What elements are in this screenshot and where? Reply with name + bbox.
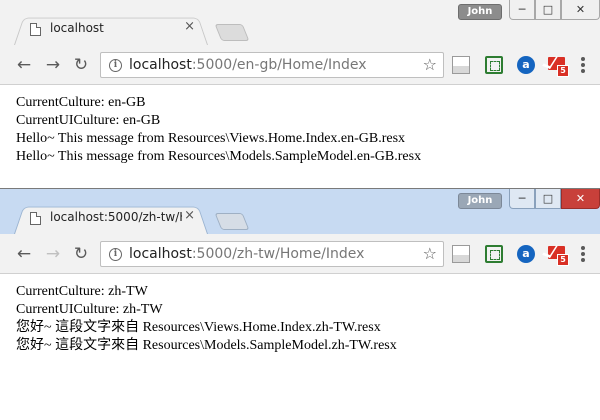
title-bar: localhost × John ─ □ ✕ [0,0,600,45]
browser-toolbar: ← → ↻ i localhost:5000/zh-tw/Home/Index … [0,234,600,274]
url-text[interactable]: localhost:5000/zh-tw/Home/Index [129,246,364,262]
models-resource-message: 您好~ 這段文字來自 Resources\Models.SampleModel.… [16,338,397,353]
user-profile-badge[interactable]: John [458,4,502,20]
page-content: CurrentCulture: zh-TW CurrentUICulture: … [0,275,600,355]
address-bar[interactable]: i localhost:5000/en-gb/Home/Index ☆ [100,52,444,78]
url-text[interactable]: localhost:5000/en-gb/Home/Index [129,57,367,73]
current-culture-line: CurrentCulture: zh-TW [16,284,148,299]
maximize-button[interactable]: □ [535,189,561,209]
tab-close-icon[interactable]: × [184,208,195,223]
forward-button[interactable]: → [43,244,63,264]
back-button[interactable]: ← [14,55,34,75]
page-favicon-icon [30,23,41,36]
models-resource-message: Hello~ This message from Resources\Model… [16,149,422,164]
screenshot-extension-icon[interactable] [485,56,503,74]
page-favicon-icon [30,212,41,225]
new-tab-button[interactable] [214,24,250,41]
mail-count-badge: 5 [557,254,569,266]
browser-window-zh-tw: localhost:5000/zh-tw/H × John ─ □ ✕ ← → … [0,188,600,420]
mail-count-badge: 5 [557,65,569,77]
title-bar: localhost:5000/zh-tw/H × John ─ □ ✕ [0,189,600,234]
url-path: :5000/zh-tw/Home/Index [191,246,365,262]
reload-button[interactable]: ↻ [71,55,91,75]
extension-a-icon[interactable]: a [517,245,535,263]
chrome-menu-icon[interactable] [580,246,586,262]
address-bar[interactable]: i localhost:5000/zh-tw/Home/Index ☆ [100,241,444,267]
screenshot-extension-icon[interactable] [485,245,503,263]
tab-title: localhost [50,21,104,35]
views-resource-message: 您好~ 這段文字來自 Resources\Views.Home.Index.zh… [16,320,381,335]
bookmark-star-icon[interactable]: ☆ [423,244,437,263]
browser-tab[interactable]: localhost:5000/zh-tw/H × [14,203,208,234]
views-resource-message: Hello~ This message from Resources\Views… [16,131,406,146]
new-tab-button[interactable] [214,213,250,230]
url-host: localhost [129,57,192,73]
close-window-button[interactable]: ✕ [561,189,600,209]
browser-tab[interactable]: localhost × [14,14,208,45]
page-extension-icon[interactable] [452,56,470,74]
browser-window-en-gb: localhost × John ─ □ ✕ ← → ↻ i localhost… [0,0,600,188]
back-button[interactable]: ← [14,244,34,264]
url-host: localhost [129,246,192,262]
page-content: CurrentCulture: en-GB CurrentUICulture: … [0,86,600,166]
tab-title: localhost:5000/zh-tw/H [50,210,182,224]
page-extension-icon[interactable] [452,245,470,263]
chrome-menu-icon[interactable] [580,57,586,73]
tab-close-icon[interactable]: × [184,19,195,34]
current-ui-culture-line: CurrentUICulture: zh-TW [16,302,163,317]
site-info-icon[interactable]: i [109,248,122,261]
reload-button[interactable]: ↻ [71,244,91,264]
close-window-button[interactable]: ✕ [561,0,600,20]
site-info-icon[interactable]: i [109,59,122,72]
maximize-button[interactable]: □ [535,0,561,20]
browser-toolbar: ← → ↻ i localhost:5000/en-gb/Home/Index … [0,45,600,85]
extension-a-icon[interactable]: a [517,56,535,74]
bookmark-star-icon[interactable]: ☆ [423,55,437,74]
current-culture-line: CurrentCulture: en-GB [16,95,146,110]
url-path: :5000/en-gb/Home/Index [191,57,367,73]
user-profile-badge[interactable]: John [458,193,502,209]
minimize-button[interactable]: ─ [509,0,535,20]
forward-button[interactable]: → [43,55,63,75]
current-ui-culture-line: CurrentUICulture: en-GB [16,113,161,128]
minimize-button[interactable]: ─ [509,189,535,209]
